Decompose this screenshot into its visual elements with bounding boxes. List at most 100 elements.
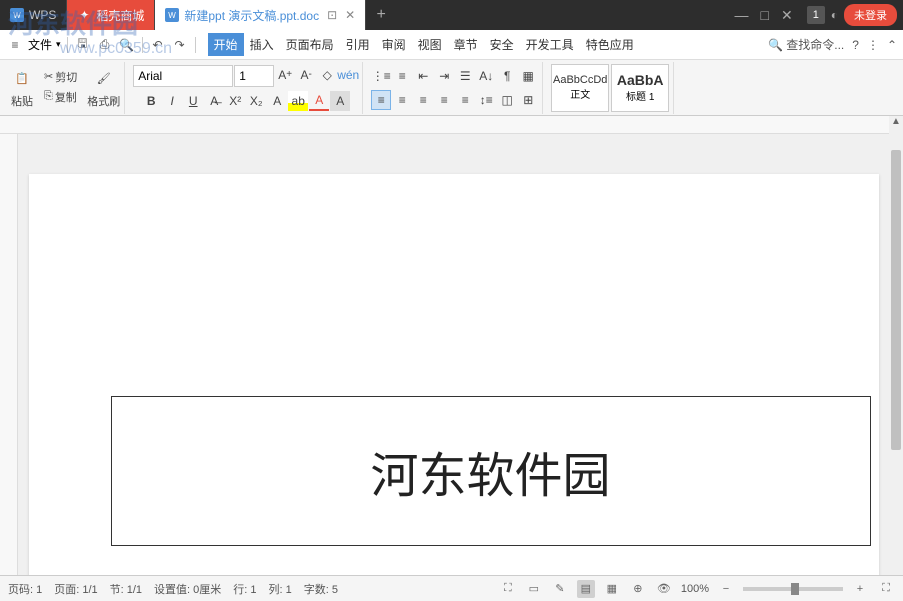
- font-size-select[interactable]: [234, 65, 274, 87]
- paste-button[interactable]: 📋 粘贴: [10, 67, 34, 109]
- sort-button[interactable]: A↓: [476, 66, 496, 86]
- tab-add-button[interactable]: +: [366, 6, 396, 24]
- superscript-button[interactable]: X²: [225, 91, 245, 111]
- text-direction-button[interactable]: ☰: [455, 66, 475, 86]
- align-center-button[interactable]: ≡: [392, 90, 412, 110]
- tab-review[interactable]: 审阅: [376, 33, 412, 56]
- font-name-select[interactable]: [133, 65, 233, 87]
- indent-decrease-button[interactable]: ⇤: [413, 66, 433, 86]
- scrollbar-vertical[interactable]: ▲: [889, 116, 903, 575]
- textbox-content[interactable]: 河东软件园: [370, 436, 610, 506]
- save-icon[interactable]: 🖫: [74, 36, 92, 54]
- indent-increase-button[interactable]: ⇥: [434, 66, 454, 86]
- fit-icon[interactable]: ⛶: [877, 580, 895, 598]
- edit-mode-icon[interactable]: ✎: [551, 580, 569, 598]
- preview-icon[interactable]: 🔍: [118, 36, 136, 54]
- style-normal[interactable]: AaBbCcDd 正文: [551, 64, 609, 112]
- notification-badge[interactable]: 1: [807, 6, 825, 24]
- cut-button[interactable]: ✂剪切: [40, 67, 81, 87]
- page-view-icon[interactable]: ▤: [577, 580, 595, 598]
- status-page[interactable]: 页面: 1/1: [54, 581, 97, 597]
- fullscreen-icon[interactable]: ⛶: [499, 580, 517, 598]
- borders-button[interactable]: ▦: [518, 66, 538, 86]
- bullets-button[interactable]: ⋮≡: [371, 66, 391, 86]
- textbox[interactable]: 河东软件园: [111, 396, 871, 546]
- document-area[interactable]: 河东软件园: [18, 134, 889, 575]
- tab-insert[interactable]: 插入: [244, 33, 280, 56]
- tab-view[interactable]: 视图: [412, 33, 448, 56]
- menu-icon[interactable]: ≡: [6, 36, 24, 54]
- numbering-button[interactable]: ≡: [392, 66, 412, 86]
- skin-icon[interactable]: ◐: [831, 8, 838, 22]
- more-icon[interactable]: ⋮: [867, 38, 879, 52]
- tab-wps[interactable]: W WPS: [0, 0, 67, 30]
- tab-devtools[interactable]: 开发工具: [520, 33, 580, 56]
- window-maximize-icon[interactable]: □: [761, 7, 769, 24]
- window-minimize-icon[interactable]: —: [735, 7, 749, 24]
- window-close-icon[interactable]: ✕: [781, 7, 793, 24]
- tab-start[interactable]: 开始: [208, 33, 244, 56]
- underline-button[interactable]: U: [183, 91, 203, 111]
- char-shading-button[interactable]: A: [330, 91, 350, 111]
- phonetic-button[interactable]: wén: [338, 65, 358, 85]
- tab-document[interactable]: W 新建ppt 演示文稿.ppt.doc ⊡ ✕: [155, 0, 366, 30]
- font-color-button[interactable]: A: [309, 91, 329, 111]
- web-view-icon[interactable]: ⊕: [629, 580, 647, 598]
- format-painter-button[interactable]: 🖌 格式刷: [87, 67, 120, 109]
- tab-pagelayout[interactable]: 页面布局: [280, 33, 340, 56]
- collapse-ribbon-icon[interactable]: ⌃: [887, 38, 897, 52]
- login-button[interactable]: 未登录: [844, 4, 897, 26]
- zoom-out-icon[interactable]: −: [717, 580, 735, 598]
- zoom-in-icon[interactable]: +: [851, 580, 869, 598]
- tab-section[interactable]: 章节: [448, 33, 484, 56]
- scroll-thumb[interactable]: [891, 150, 901, 450]
- font-decrease-button[interactable]: A-: [296, 65, 316, 85]
- line-spacing-button[interactable]: ↕≡: [476, 90, 496, 110]
- tab-pin-icon[interactable]: ⊡: [327, 8, 337, 22]
- tab-dock[interactable]: ✦ 稻壳商城: [67, 0, 155, 30]
- text-effect-button[interactable]: A: [267, 91, 287, 111]
- tabs-button[interactable]: ⊞: [518, 90, 538, 110]
- tab-reference[interactable]: 引用: [340, 33, 376, 56]
- status-chars[interactable]: 字数: 5: [304, 581, 338, 597]
- strike-button[interactable]: A̶: [204, 91, 224, 111]
- clear-format-button[interactable]: ◇: [317, 65, 337, 85]
- font-increase-button[interactable]: A+: [275, 65, 295, 85]
- status-section[interactable]: 节: 1/1: [110, 581, 142, 597]
- align-justify-button[interactable]: ≡: [434, 90, 454, 110]
- align-left-button[interactable]: ≡: [371, 90, 391, 110]
- bold-button[interactable]: B: [141, 91, 161, 111]
- outline-view-icon[interactable]: ▦: [603, 580, 621, 598]
- eye-protect-icon[interactable]: 👁: [655, 580, 673, 598]
- scroll-up-icon[interactable]: ▲: [889, 116, 903, 132]
- subscript-button[interactable]: X₂: [246, 91, 266, 111]
- search-command[interactable]: 🔍 查找命令...: [768, 36, 844, 53]
- italic-button[interactable]: I: [162, 91, 182, 111]
- undo-icon[interactable]: ↶: [149, 36, 167, 54]
- print-icon[interactable]: ⎙: [96, 36, 114, 54]
- ruler-horizontal[interactable]: [0, 116, 903, 134]
- align-right-button[interactable]: ≡: [413, 90, 433, 110]
- status-line[interactable]: 行: 1: [233, 581, 256, 597]
- zoom-value[interactable]: 100%: [681, 583, 709, 595]
- tab-special[interactable]: 特色应用: [580, 33, 640, 56]
- file-menu[interactable]: 文件: [28, 36, 52, 53]
- zoom-slider[interactable]: [743, 587, 843, 591]
- tab-close-icon[interactable]: ✕: [345, 8, 355, 22]
- tab-security[interactable]: 安全: [484, 33, 520, 56]
- status-col[interactable]: 列: 1: [269, 581, 292, 597]
- style-heading1[interactable]: AaBbA 标题 1: [611, 64, 669, 112]
- search-label: 查找命令...: [786, 36, 844, 53]
- highlight-button[interactable]: ab: [288, 91, 308, 111]
- show-marks-button[interactable]: ¶: [497, 66, 517, 86]
- align-distribute-button[interactable]: ≡: [455, 90, 475, 110]
- ruler-vertical[interactable]: [0, 134, 18, 575]
- reading-icon[interactable]: ▭: [525, 580, 543, 598]
- redo-icon[interactable]: ↷: [171, 36, 189, 54]
- page[interactable]: 河东软件园: [29, 174, 879, 575]
- status-pagenum[interactable]: 页码: 1: [8, 581, 42, 597]
- copy-button[interactable]: ⎘复制: [40, 87, 81, 107]
- shading-button[interactable]: ◫: [497, 90, 517, 110]
- status-setting[interactable]: 设置值: 0厘米: [154, 581, 221, 597]
- help-icon[interactable]: ?: [852, 38, 859, 52]
